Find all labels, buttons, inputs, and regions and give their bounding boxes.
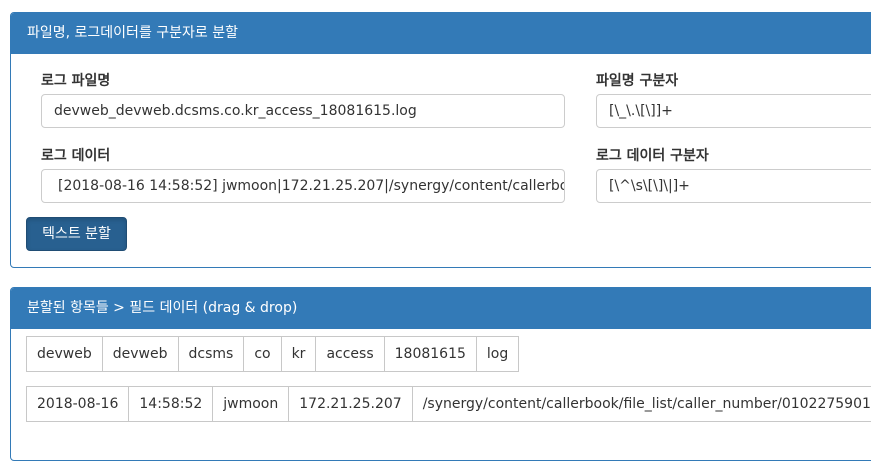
result-panel-title: 분할된 항목들 > 필드 데이터 (drag & drop) (11, 288, 871, 329)
log-token-row: 2018-08-16 14:58:52 jwmoon 172.21.25.207/sy… (26, 386, 871, 422)
log-data-input[interactable]: [2018-08-16 14:58:52] jwmoon|172.21.25.2… (41, 169, 565, 203)
result-panel: 분할된 항목들 > 필드 데이터 (drag & drop) devweb dev… (10, 287, 871, 461)
log-token[interactable]: 2018-08-16 (26, 386, 130, 422)
filename-delimiter-label: 파일명 구분자 (596, 73, 679, 89)
split-text-button[interactable]: 텍스트 분할 (26, 217, 127, 251)
log-data-delimiter-input[interactable]: [\^\s\[\]\|]+ (596, 169, 871, 203)
filename-delimiter-input[interactable]: [\_\.\[\]]+ (596, 94, 871, 128)
log-filename-label: 로그 파일명 (41, 73, 111, 89)
filename-token[interactable]: dcsms (177, 336, 245, 372)
filename-token[interactable]: 18081615 (383, 336, 477, 372)
filename-token[interactable]: access (315, 336, 385, 372)
filename-token[interactable]: devweb (26, 336, 103, 372)
filename-token[interactable]: devweb (101, 336, 179, 372)
log-data-label: 로그 데이터 (41, 148, 111, 164)
split-panel-title: 파일명, 로그데이터를 구분자로 분할 (11, 13, 871, 54)
log-filename-input[interactable]: devweb_devweb.dcsms.co.kr_access_1808161… (41, 94, 565, 128)
split-panel: 파일명, 로그데이터를 구분자로 분할 로그 파일명 devweb_devweb… (10, 12, 871, 268)
log-data-delimiter-label: 로그 데이터 구분자 (596, 148, 709, 164)
log-token[interactable]: 172.21.25.207 (288, 386, 413, 422)
filename-token[interactable]: co (243, 336, 282, 372)
log-token[interactable]: jwmoon (212, 386, 290, 422)
log-token[interactable]: 14:58:52 (128, 386, 214, 422)
filename-token[interactable]: kr (280, 336, 317, 372)
filename-token[interactable]: log (475, 336, 520, 372)
log-token[interactable]: /synergy/content/callerbook/file_list/ca… (411, 386, 871, 422)
filename-token-row: devweb devweb dcsms co kr access 18081615 log (26, 336, 520, 372)
